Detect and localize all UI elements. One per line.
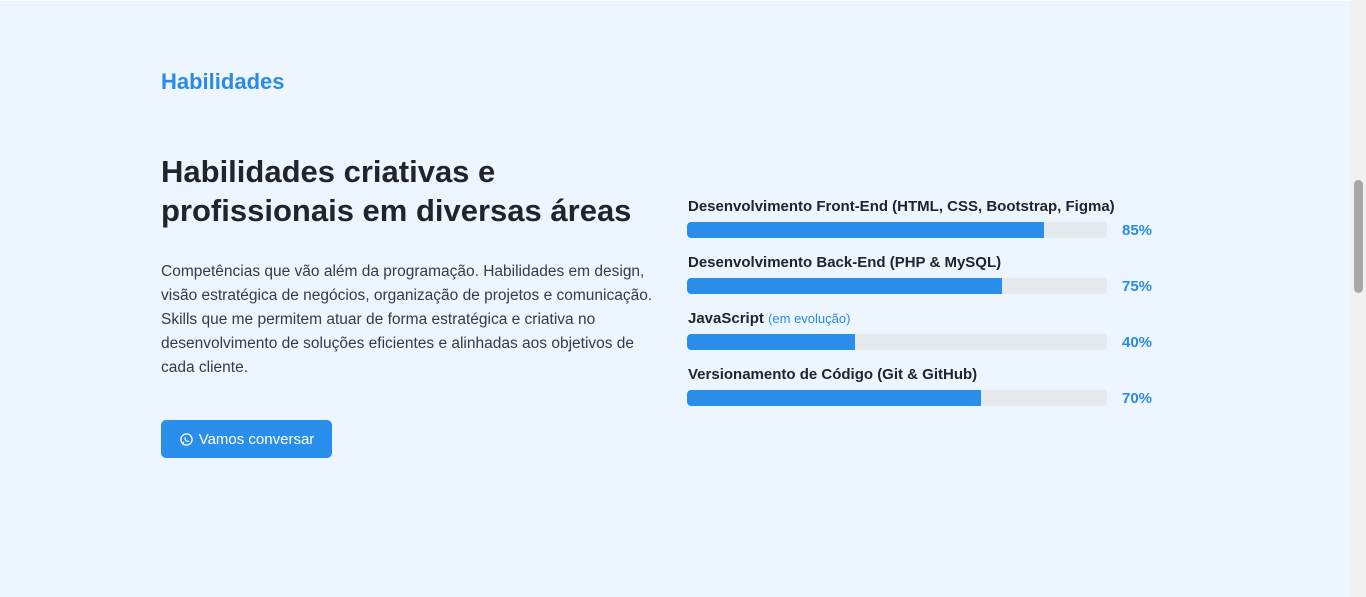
skill-note: (em evolução)	[768, 311, 851, 326]
skill-title: JavaScript	[688, 310, 764, 327]
skill-item: Desenvolvimento Front-End (HTML, CSS, Bo…	[687, 194, 1167, 250]
whatsapp-contact-button[interactable]: Vamos conversar	[161, 420, 332, 458]
section-label: Habilidades	[161, 69, 285, 94]
skill-item: Desenvolvimento Back-End (PHP & MySQL) 7…	[687, 250, 1167, 306]
skill-percent: 75%	[1122, 278, 1153, 295]
vertical-scrollbar[interactable]	[1351, 0, 1366, 597]
skills-section: Habilidades Habilidades criativas e prof…	[0, 1, 1351, 597]
skill-item: JavaScript (em evolução) 40%	[687, 306, 1167, 362]
skill-progress-fill	[687, 222, 1044, 238]
skills-description: Competências que vão além da programação…	[161, 263, 653, 376]
cta-label: Vamos conversar	[198, 430, 315, 448]
skill-progress-track	[687, 222, 1107, 238]
skill-progress-fill	[687, 390, 981, 406]
skill-progress-fill	[687, 334, 855, 350]
skill-name: JavaScript (em evolução)	[688, 310, 850, 328]
skills-list: Desenvolvimento Front-End (HTML, CSS, Bo…	[687, 194, 1167, 418]
whatsapp-icon	[179, 432, 194, 447]
skill-percent: 85%	[1122, 222, 1153, 239]
skill-progress-fill	[687, 278, 1002, 294]
skill-progress-track	[687, 390, 1107, 406]
skill-name: Versionamento de Código (Git & GitHub)	[688, 366, 977, 384]
skill-percent: 40%	[1122, 334, 1153, 351]
skill-item: Versionamento de Código (Git & GitHub) 7…	[687, 362, 1167, 418]
skill-progress-track	[687, 334, 1107, 350]
skill-title: Desenvolvimento Front-End (HTML, CSS, Bo…	[688, 198, 1115, 215]
skill-name: Desenvolvimento Back-End (PHP & MySQL)	[688, 254, 1001, 272]
scrollbar-thumb[interactable]	[1354, 180, 1363, 293]
skill-progress-track	[687, 278, 1107, 294]
skill-title: Desenvolvimento Back-End (PHP & MySQL)	[688, 254, 1002, 271]
skill-name: Desenvolvimento Front-End (HTML, CSS, Bo…	[688, 198, 1115, 216]
skill-percent: 70%	[1122, 390, 1153, 407]
skill-title: Versionamento de Código (Git & GitHub)	[688, 366, 978, 383]
skills-headline: Habilidades criativas e profissionais em…	[161, 154, 632, 228]
